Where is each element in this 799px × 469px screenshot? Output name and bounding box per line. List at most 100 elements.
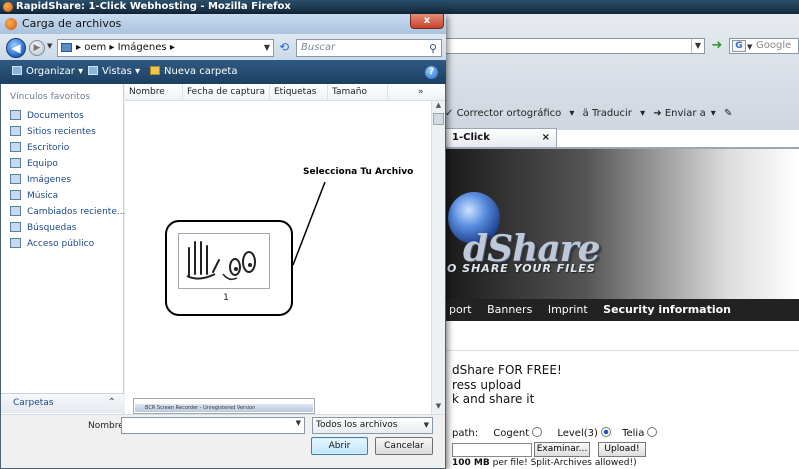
- chevron-down-icon[interactable]: ▼: [747, 40, 752, 54]
- scroll-down-icon[interactable]: ▼: [432, 402, 445, 414]
- scroll-up-icon[interactable]: ▲: [432, 101, 445, 113]
- favorite-equipo[interactable]: Equipo: [10, 158, 58, 169]
- nav-link-imprint[interactable]: Imprint: [548, 303, 588, 316]
- open-button[interactable]: Abrir: [311, 437, 368, 455]
- help-icon[interactable]: ?: [425, 66, 438, 79]
- file-list-scrollbar[interactable]: ▲ ▼: [431, 101, 445, 414]
- views-button[interactable]: Vistas ▾: [88, 60, 140, 84]
- headline-line-3: k and share it: [452, 392, 535, 406]
- dialog-close-button[interactable]: x: [410, 14, 444, 29]
- option-cogent-label: Cogent: [493, 428, 530, 439]
- headline-line-2: ress upload: [452, 378, 522, 392]
- folder-icon: [61, 43, 72, 52]
- organize-button[interactable]: Organizar ▾: [12, 60, 83, 84]
- firefox-window-title: RapidShare: 1-Click Webhosting - Mozilla…: [16, 1, 291, 12]
- dialog-toolbar: Organizar ▾ Vistas ▾ Nueva carpeta: [0, 60, 446, 84]
- new-folder-button[interactable]: Nueva carpeta: [150, 60, 237, 84]
- dialog-title-bar: Carga de archivos: [0, 14, 446, 34]
- favorite-documentos[interactable]: Documentos: [10, 110, 84, 121]
- pictures-icon: [10, 174, 21, 184]
- music-icon: [10, 190, 21, 200]
- firefox-url-bar[interactable]: ▼: [445, 38, 705, 54]
- second-thumbnail-caption: BCR Screen Recorder - Unregistered Versi…: [135, 404, 313, 412]
- tab-close-icon[interactable]: ×: [542, 129, 550, 147]
- refresh-icon[interactable]: ⟲: [276, 40, 292, 56]
- cancel-button[interactable]: Cancelar: [375, 437, 433, 455]
- chevron-down-icon[interactable]: ▼: [47, 42, 52, 50]
- upload-button[interactable]: Upload!: [598, 442, 646, 457]
- nav-link-banners[interactable]: Banners: [487, 303, 532, 316]
- google-search-box[interactable]: G ▼ Google: [729, 38, 799, 54]
- option-telia-radio[interactable]: [647, 427, 658, 437]
- annotation-text: Selecciona Tu Archivo: [303, 167, 414, 177]
- favorites-title: Vínculos favoritos: [10, 92, 91, 102]
- folders-toggle[interactable]: Carpetas ⌃: [1, 393, 124, 413]
- more-columns-button[interactable]: »: [418, 84, 424, 101]
- file-thumbnail-second[interactable]: BCR Screen Recorder - Unregistered Versi…: [133, 398, 315, 414]
- breadcrumb-imagenes[interactable]: Imágenes: [118, 42, 167, 53]
- favorite-escritorio[interactable]: Escritorio: [10, 142, 69, 153]
- chevron-down-icon[interactable]: ▼: [424, 418, 429, 433]
- favorite-acceso-publico[interactable]: Acceso público: [10, 238, 94, 249]
- firefox-addon-toolbar: ✓ Corrector ortográfico ▾ ä Traducir ▾ ➜…: [445, 105, 799, 123]
- headline-line-1: dShare FOR FREE!: [452, 363, 562, 377]
- send-to-button[interactable]: ➜ Enviar a ▾: [653, 108, 716, 119]
- chevron-down-icon[interactable]: ▼: [691, 39, 704, 53]
- recent-places-icon: [10, 126, 21, 136]
- upload-path-row: path: Cogent Level(3) Telia: [452, 427, 661, 439]
- organize-icon: [12, 66, 22, 75]
- computer-icon: [10, 158, 21, 168]
- browser-tab[interactable]: 1-Click Webhosting ×: [445, 128, 557, 161]
- file-type-select[interactable]: Todos los archivos ▼: [312, 417, 433, 434]
- favorite-imagenes[interactable]: Imágenes: [10, 174, 71, 185]
- column-name[interactable]: Nombre: [125, 84, 183, 101]
- pen-icon[interactable]: ✎: [724, 108, 732, 119]
- dialog-search-input[interactable]: Buscar ⚲: [296, 39, 442, 57]
- spell-check-button[interactable]: ✓ Corrector ortográfico ▾: [445, 108, 574, 119]
- search-placeholder: Buscar: [301, 42, 336, 53]
- searches-icon: [10, 222, 21, 232]
- option-cogent-radio[interactable]: [532, 427, 543, 437]
- nav-link-support[interactable]: port: [449, 303, 472, 316]
- chevron-down-icon[interactable]: ▼: [296, 419, 301, 427]
- google-icon[interactable]: G: [732, 40, 746, 52]
- column-size[interactable]: Tamaño: [328, 84, 388, 101]
- chevron-down-icon[interactable]: ▼: [264, 40, 270, 56]
- recently-changed-icon: [10, 206, 21, 216]
- path-label: path:: [452, 428, 479, 439]
- rapidshare-nav: port Banners Imprint Security informatio…: [445, 299, 799, 321]
- favorite-musica[interactable]: Música: [10, 190, 58, 201]
- option-telia-label: Telia: [622, 428, 645, 439]
- translate-button[interactable]: ä Traducir ▾: [583, 108, 645, 119]
- column-header-row: Nombre Fecha de captura Etiquetas Tamaño: [125, 84, 445, 101]
- column-capture-date[interactable]: Fecha de captura: [183, 84, 270, 101]
- file-item-label[interactable]: 1: [200, 293, 252, 303]
- google-search-placeholder: Google: [756, 40, 792, 51]
- views-icon: [88, 66, 98, 75]
- favorite-busquedas[interactable]: Búsquedas: [10, 222, 76, 233]
- option-level3-radio[interactable]: [600, 427, 611, 437]
- browse-button[interactable]: Examinar...: [534, 442, 590, 457]
- scrollbar-thumb[interactable]: [433, 113, 444, 125]
- search-icon[interactable]: ⚲: [429, 41, 437, 57]
- file-limit-note: 100 MB per file! Split-Archives allowed!…: [452, 458, 637, 468]
- documents-icon: [10, 110, 21, 120]
- chevron-up-icon[interactable]: ⌃: [108, 394, 116, 412]
- favorite-cambiados-recientemente[interactable]: Cambiados reciente...: [10, 206, 125, 217]
- forward-arrow-icon[interactable]: ▶: [29, 40, 45, 56]
- file-name-input[interactable]: ▼: [121, 417, 305, 434]
- rapidshare-slogan: O SHARE YOUR FILES: [447, 262, 596, 275]
- favorite-sitios-recientes[interactable]: Sitios recientes: [10, 126, 96, 137]
- desktop-icon: [10, 142, 21, 152]
- back-arrow-icon[interactable]: ◀: [6, 38, 26, 58]
- new-folder-icon: [150, 66, 160, 75]
- firefox-icon: [5, 18, 17, 30]
- file-thumbnail[interactable]: [178, 233, 270, 289]
- go-arrow-icon[interactable]: ➜: [709, 38, 725, 54]
- column-tags[interactable]: Etiquetas: [270, 84, 328, 101]
- breadcrumb-oem[interactable]: oem: [84, 42, 106, 53]
- file-path-input[interactable]: [452, 443, 532, 457]
- nav-link-security[interactable]: Security information: [603, 303, 731, 316]
- limit-size: 100 MB: [452, 458, 490, 468]
- address-breadcrumb[interactable]: ▸ oem ▸ Imágenes ▸ ▼: [57, 39, 274, 57]
